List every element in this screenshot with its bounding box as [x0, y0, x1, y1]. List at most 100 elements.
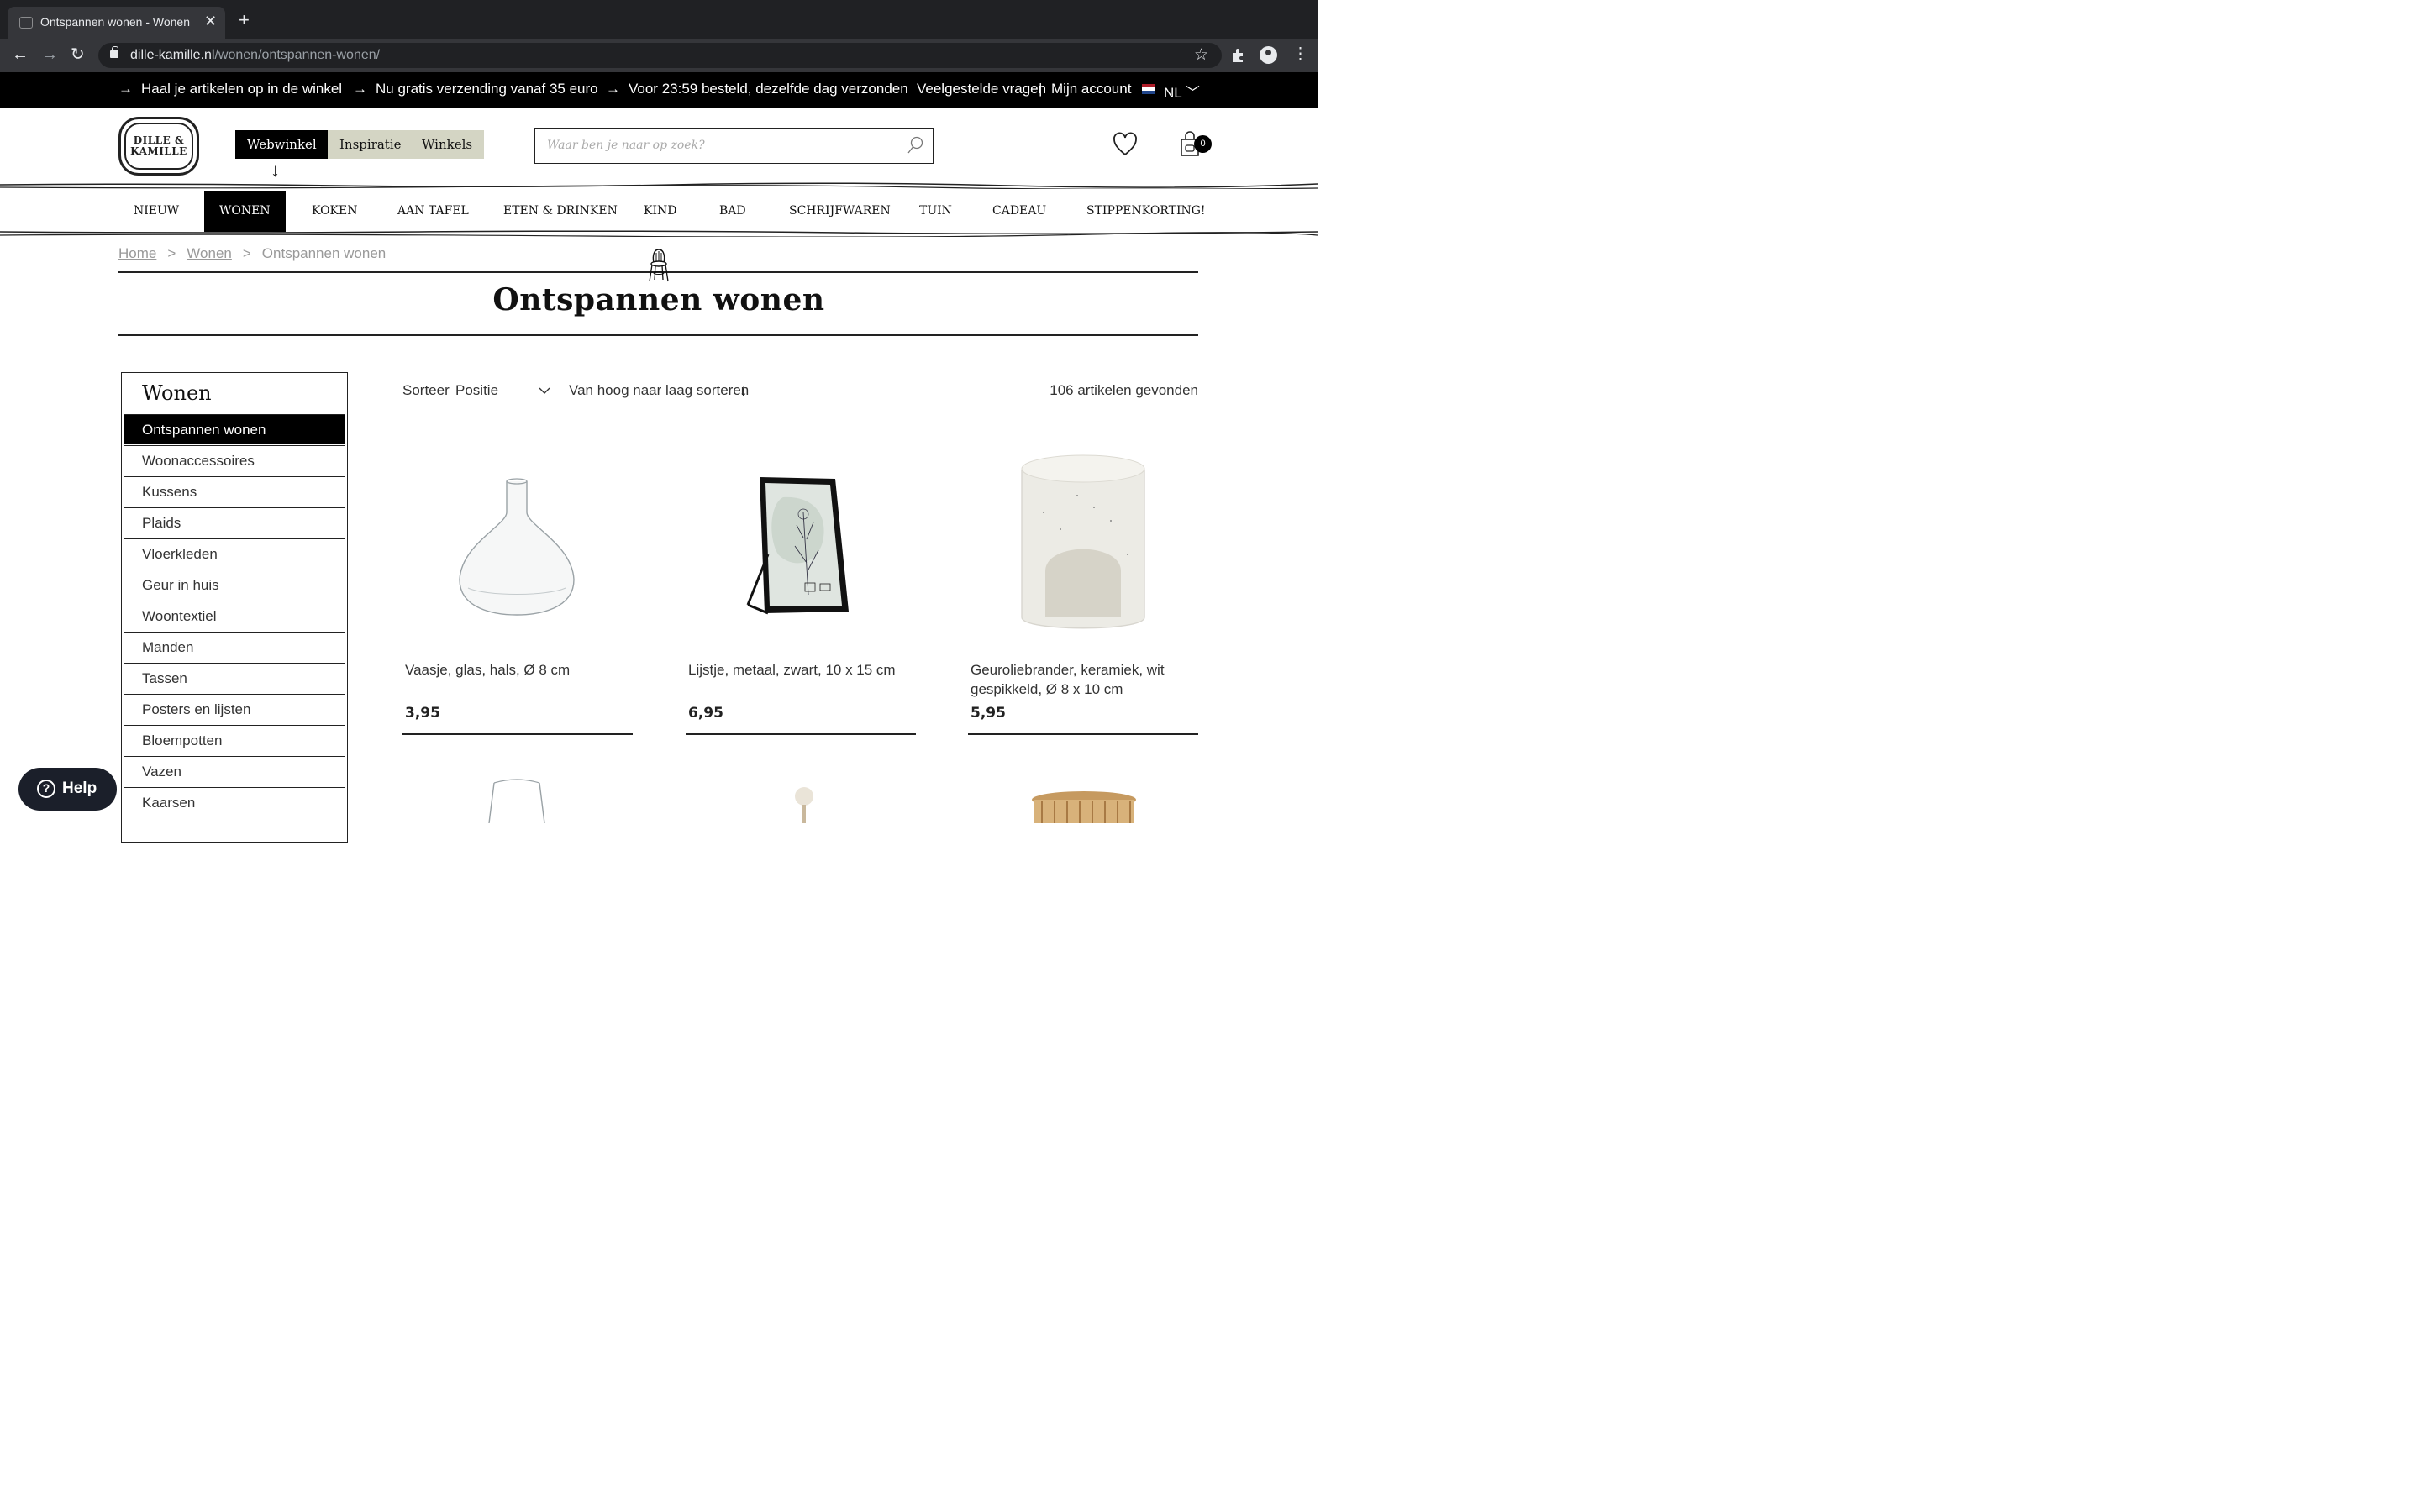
sidebar-item-vazen[interactable]: Vazen — [124, 756, 345, 786]
bookmark-star-icon[interactable]: ☆ — [1194, 45, 1208, 65]
chevron-down-icon[interactable] — [539, 385, 550, 396]
promo-separator: | — [1039, 81, 1043, 97]
product-image-frame[interactable] — [686, 445, 916, 651]
breadcrumb-separator: > — [167, 245, 176, 261]
profile-icon[interactable] — [1260, 46, 1277, 64]
catnav-stippenkorting[interactable]: STIPPENKORTING! — [1071, 191, 1221, 232]
pill-winkels[interactable]: Winkels — [410, 130, 485, 159]
menu-dots-icon[interactable]: ⋮ — [1292, 45, 1308, 64]
arrow-right-icon: → — [606, 81, 620, 97]
back-icon[interactable]: ← — [12, 45, 29, 64]
catnav-cadeau[interactable]: CADEAU — [977, 191, 1061, 232]
forward-icon[interactable]: → — [41, 45, 58, 64]
catnav-aan-tafel[interactable]: AAN TAFEL — [382, 191, 484, 232]
catnav-eten-drinken[interactable]: ETEN & DRINKEN — [488, 191, 633, 232]
catnav-tuin[interactable]: TUIN — [904, 191, 967, 232]
catnav-wonen[interactable]: WONEN — [204, 191, 286, 232]
sidebar-item-woonaccessoires[interactable]: Woonaccessoires — [124, 445, 345, 475]
extensions-icon[interactable] — [1230, 47, 1247, 64]
catnav-bad[interactable]: BAD — [704, 191, 761, 232]
sidebar-item-tassen[interactable]: Tassen — [124, 663, 345, 693]
search-box — [534, 128, 934, 164]
cart-count-badge: 0 — [1194, 135, 1212, 153]
sidebar-item-woontextiel[interactable]: Woontextiel — [124, 601, 345, 631]
sidebar-item-posters-en-lijsten[interactable]: Posters en lijsten — [124, 694, 345, 724]
product-price: 3,95 — [405, 705, 440, 722]
breadcrumb-wonen[interactable]: Wonen — [187, 245, 232, 261]
product-image-peek-vase[interactable] — [471, 776, 563, 823]
result-count: 106 artikelen gevonden — [1050, 382, 1198, 398]
address-bar[interactable]: dille-kamille.nl/wonen/ontspannen-wonen/… — [98, 43, 1222, 68]
logo-line2: KAMILLE — [130, 145, 187, 157]
search-icon[interactable] — [907, 136, 923, 155]
product-name[interactable]: Lijstje, metaal, zwart, 10 x 15 cm — [688, 660, 913, 680]
sort-label: Sorteer — [402, 382, 450, 398]
browser-tab[interactable]: Ontspannen wonen - Wonen ✕ — [8, 7, 225, 39]
product-image-peek-lantern[interactable] — [1025, 790, 1143, 823]
help-label: Help — [62, 780, 97, 797]
sidebar-item-kaarsen[interactable]: Kaarsen — [124, 787, 345, 817]
sidebar-item-kussens[interactable]: Kussens — [124, 476, 345, 507]
browser-toolbar: ← → ↻ dille-kamille.nl/wonen/ontspannen-… — [0, 39, 1318, 72]
lock-icon — [110, 46, 118, 58]
category-sidebar: Wonen Ontspannen wonen Woonaccessoires K… — [121, 372, 348, 843]
sidebar-item-ontspannen-wonen[interactable]: Ontspannen wonen — [124, 414, 345, 444]
catnav-kind[interactable]: KIND — [629, 191, 692, 232]
faq-link[interactable]: Veelgestelde vragen — [917, 81, 1046, 97]
nl-flag-icon — [1142, 84, 1155, 94]
arrow-down-icon: ↓ — [271, 160, 280, 181]
product-card[interactable]: Vaasje, glas, hals, Ø 8 cm 3,95 — [402, 445, 633, 738]
arrow-right-icon: → — [353, 81, 367, 97]
browser-tabbar: Ontspannen wonen - Wonen ✕ + — [0, 0, 1318, 39]
reload-icon[interactable]: ↻ — [71, 45, 85, 64]
sidebar-item-plaids[interactable]: Plaids — [124, 507, 345, 538]
catnav-koken[interactable]: KOKEN — [297, 191, 373, 232]
language-selector[interactable]: NL ﹀ — [1164, 81, 1200, 102]
sidebar-item-bloempotten[interactable]: Bloempotten — [124, 725, 345, 755]
breadcrumb-home[interactable]: Home — [118, 245, 156, 261]
search-input[interactable] — [535, 129, 897, 162]
sort-direction-toggle[interactable]: Van hoog naar laag sorteren — [569, 382, 749, 399]
tab-close-icon[interactable]: ✕ — [204, 13, 217, 29]
arrow-right-icon: → — [118, 81, 133, 97]
catnav-schrijfwaren[interactable]: SCHRIJFWAREN — [774, 191, 906, 232]
promo-shipping: → Nu gratis verzending vanaf 35 euro — [353, 81, 598, 97]
new-tab-icon[interactable]: + — [239, 11, 250, 29]
promo-pickup: → Haal je artikelen op in de winkel — [118, 81, 343, 97]
logo-inner: DILLE & KAMILLE — [124, 123, 193, 170]
category-nav: NIEUW WONEN KOKEN AAN TAFEL ETEN & DRINK… — [118, 191, 1206, 232]
product-price: 6,95 — [688, 705, 723, 722]
product-image-oil-burner[interactable] — [968, 445, 1198, 651]
sidebar-item-vloerkleden[interactable]: Vloerkleden — [124, 538, 345, 569]
product-card[interactable]: Geuroliebrander, keramiek, wit gespikkel… — [968, 445, 1198, 738]
page-title: Ontspannen wonen — [492, 282, 825, 318]
breadcrumb-separator: > — [242, 245, 251, 261]
tab-favicon-icon — [19, 17, 33, 29]
heart-icon[interactable] — [1112, 131, 1139, 158]
tab-title: Ontspannen wonen - Wonen — [40, 15, 190, 29]
product-divider — [968, 733, 1198, 735]
arrow-down-icon[interactable]: ↓ — [739, 382, 748, 401]
pill-inspiratie[interactable]: Inspiratie — [328, 130, 413, 159]
product-name[interactable]: Vaasje, glas, hals, Ø 8 cm — [405, 660, 630, 680]
sort-select[interactable]: Positie — [455, 382, 498, 399]
sidebar-item-geur-in-huis[interactable]: Geur in huis — [124, 570, 345, 600]
catnav-nieuw[interactable]: NIEUW — [118, 191, 194, 232]
help-button[interactable]: ? Help — [18, 768, 117, 811]
logo[interactable]: DILLE & KAMILLE — [118, 117, 199, 176]
product-image-vase[interactable] — [402, 445, 633, 651]
product-image-peek-stick[interactable] — [790, 783, 818, 823]
product-price: 5,95 — [971, 705, 1006, 722]
account-link[interactable]: Mijn account — [1051, 81, 1131, 97]
breadcrumb-current: Ontspannen wonen — [261, 245, 387, 261]
sidebar-item-manden[interactable]: Manden — [124, 632, 345, 662]
product-name[interactable]: Geuroliebrander, keramiek, wit gespikkel… — [971, 660, 1196, 699]
chevron-down-icon: ﹀ — [1185, 85, 1200, 101]
pill-webwinkel[interactable]: Webwinkel — [235, 130, 329, 159]
product-divider — [686, 733, 916, 735]
promo-sameday: → Voor 23:59 besteld, dezelfde dag verzon… — [606, 81, 908, 97]
divider-wavy — [0, 182, 1318, 189]
title-rule-bottom — [118, 334, 1198, 336]
product-divider — [402, 733, 633, 735]
product-card[interactable]: Lijstje, metaal, zwart, 10 x 15 cm 6,95 — [686, 445, 916, 738]
